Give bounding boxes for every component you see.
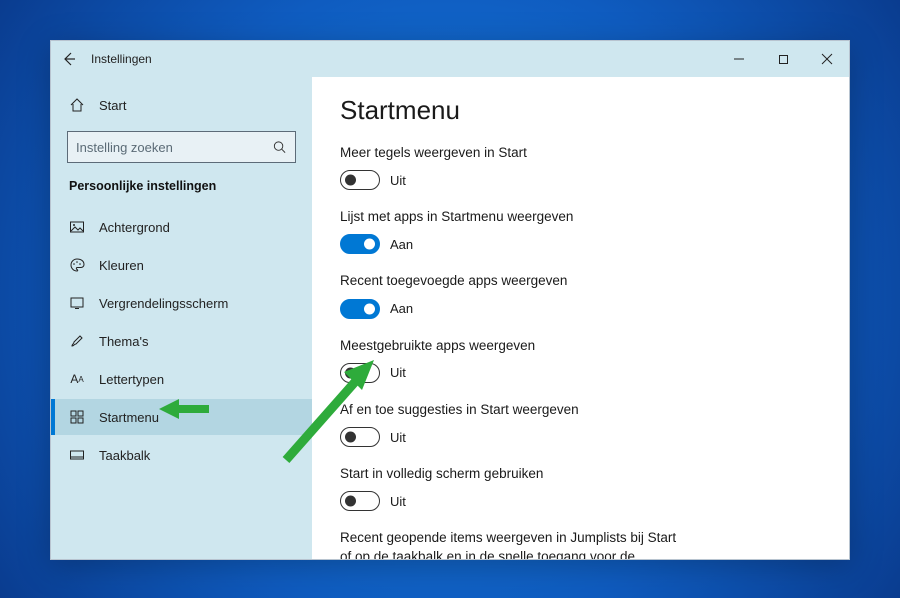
nav-item-themes[interactable]: Thema's <box>51 323 312 359</box>
toggle-state: Uit <box>390 365 406 380</box>
toggle-state: Aan <box>390 237 413 252</box>
search-box[interactable] <box>67 131 296 163</box>
setting-label: Meestgebruikte apps weergeven <box>340 337 680 355</box>
setting-label: Recent geopende items weergeven in Jumpl… <box>340 529 680 559</box>
close-button[interactable] <box>805 41 849 77</box>
nav-item-taskbar[interactable]: Taakbalk <box>51 437 312 473</box>
setting-app-list: Lijst met apps in Startmenu weergeven Aa… <box>340 208 821 254</box>
nav-item-fonts[interactable]: AA Lettertypen <box>51 361 312 397</box>
home-button[interactable]: Start <box>51 87 312 123</box>
setting-most-used: Meestgebruikte apps weergeven Uit <box>340 337 821 383</box>
nav-item-background[interactable]: Achtergrond <box>51 209 312 245</box>
font-icon: AA <box>69 371 85 387</box>
maximize-icon <box>778 54 789 65</box>
nav-label: Thema's <box>99 334 148 349</box>
window-title: Instellingen <box>91 52 152 66</box>
toggle-fullscreen[interactable] <box>340 491 380 511</box>
sidebar: Start Persoonlijke instellingen <box>51 77 312 559</box>
titlebar: Instellingen <box>51 41 849 77</box>
minimize-button[interactable] <box>717 41 761 77</box>
toggle-state: Aan <box>390 301 413 316</box>
setting-label: Lijst met apps in Startmenu weergeven <box>340 208 680 226</box>
nav-label: Lettertypen <box>99 372 164 387</box>
nav-item-lockscreen[interactable]: Vergrendelingsscherm <box>51 285 312 321</box>
nav-item-start[interactable]: Startmenu <box>51 399 312 435</box>
toggle-state: Uit <box>390 494 406 509</box>
setting-fullscreen: Start in volledig scherm gebruiken Uit <box>340 465 821 511</box>
setting-label: Af en toe suggesties in Start weergeven <box>340 401 680 419</box>
toggle-state: Uit <box>390 430 406 445</box>
picture-icon <box>69 219 85 235</box>
setting-label: Recent toegevoegde apps weergeven <box>340 272 680 290</box>
toggle-most-used[interactable] <box>340 363 380 383</box>
settings-window: Instellingen <box>50 40 850 560</box>
arrow-left-icon <box>61 51 77 67</box>
page-title: Startmenu <box>340 95 821 126</box>
setting-jumplists: Recent geopende items weergeven in Jumpl… <box>340 529 821 559</box>
nav-label: Startmenu <box>99 410 159 425</box>
home-label: Start <box>99 98 126 113</box>
category-header: Persoonlijke instellingen <box>51 175 312 207</box>
setting-more-tiles: Meer tegels weergeven in Start Uit <box>340 144 821 190</box>
setting-label: Start in volledig scherm gebruiken <box>340 465 680 483</box>
home-icon <box>69 97 85 113</box>
lockscreen-icon <box>69 295 85 311</box>
nav-label: Taakbalk <box>99 448 150 463</box>
nav-label: Kleuren <box>99 258 144 273</box>
taskbar-icon <box>69 447 85 463</box>
toggle-state: Uit <box>390 173 406 188</box>
brush-icon <box>69 333 85 349</box>
minimize-icon <box>733 53 745 65</box>
nav-label: Achtergrond <box>99 220 170 235</box>
toggle-more-tiles[interactable] <box>340 170 380 190</box>
setting-suggestions: Af en toe suggesties in Start weergeven … <box>340 401 821 447</box>
toggle-suggestions[interactable] <box>340 427 380 447</box>
maximize-button[interactable] <box>761 41 805 77</box>
nav-item-colors[interactable]: Kleuren <box>51 247 312 283</box>
setting-label: Meer tegels weergeven in Start <box>340 144 680 162</box>
setting-recent-apps: Recent toegevoegde apps weergeven Aan <box>340 272 821 318</box>
nav-label: Vergrendelingsscherm <box>99 296 228 311</box>
close-icon <box>821 53 833 65</box>
content-area: Startmenu Meer tegels weergeven in Start… <box>312 77 849 559</box>
toggle-recent-apps[interactable] <box>340 299 380 319</box>
search-icon <box>272 140 287 155</box>
search-input[interactable] <box>76 140 265 155</box>
start-icon <box>69 409 85 425</box>
back-button[interactable] <box>51 41 87 77</box>
palette-icon <box>69 257 85 273</box>
toggle-app-list[interactable] <box>340 234 380 254</box>
